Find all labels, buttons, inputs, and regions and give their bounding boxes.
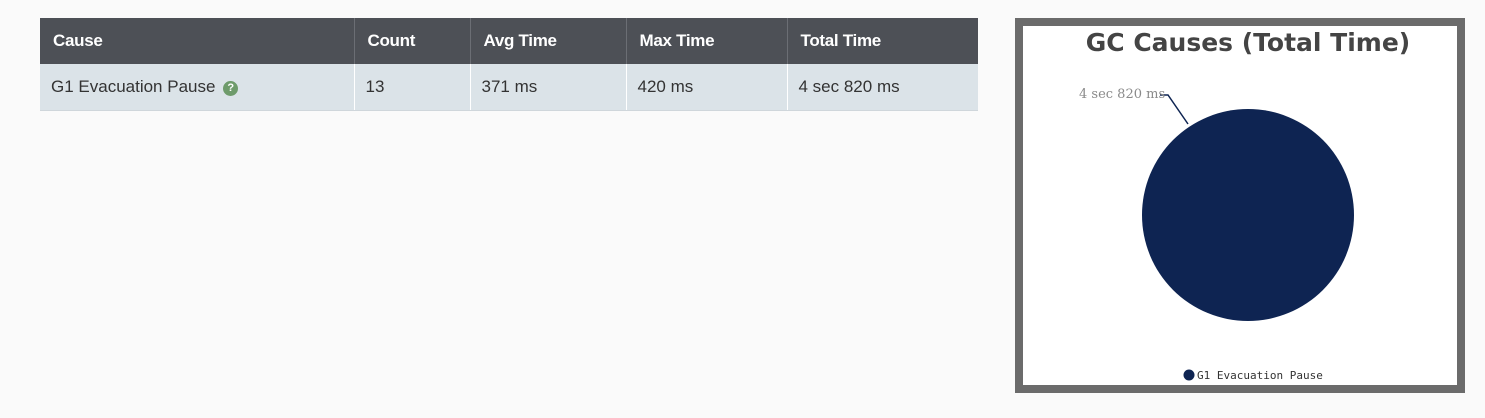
legend-label[interactable]: G1 Evacuation Pause	[1197, 369, 1323, 382]
column-header-count[interactable]: Count	[354, 18, 471, 64]
column-header-total-time[interactable]: Total Time	[787, 18, 978, 64]
cause-label: G1 Evacuation Pause	[51, 76, 216, 96]
question-circle-icon[interactable]: ?	[223, 80, 239, 96]
chart-title: GC Causes (Total Time)	[1086, 28, 1411, 57]
cell-total-time: 4 sec 820 ms	[787, 64, 978, 111]
table-row: G1 Evacuation Pause ? 13 371 ms 420 ms 4…	[40, 64, 978, 111]
pie-chart-svg: GC Causes (Total Time) 4 sec 820 ms G1 E…	[1079, 28, 1411, 382]
cell-cause: G1 Evacuation Pause ?	[40, 64, 355, 111]
column-header-max-time[interactable]: Max Time	[626, 18, 788, 64]
table-header-row: Cause Count Avg Time Max Time Total Time	[40, 18, 978, 64]
legend-marker[interactable]	[1183, 369, 1195, 381]
column-header-cause[interactable]: Cause	[40, 18, 355, 64]
column-header-avg-time[interactable]: Avg Time	[470, 18, 627, 64]
gc-causes-page: Cause Count Avg Time Max Time Total Time…	[0, 0, 1485, 418]
pie-slices	[1142, 109, 1354, 321]
gc-causes-table: Cause Count Avg Time Max Time Total Time…	[40, 18, 978, 111]
gc-causes-chart: GC Causes (Total Time) 4 sec 820 ms G1 E…	[1015, 18, 1465, 393]
cell-count: 13	[354, 64, 471, 111]
chart-legend: G1 Evacuation Pause	[1183, 369, 1323, 382]
cell-max-time: 420 ms	[626, 64, 788, 111]
pie-slice[interactable]	[1142, 109, 1354, 321]
slice-label: 4 sec 820 ms	[1079, 87, 1165, 102]
cell-avg-time: 371 ms	[470, 64, 627, 111]
